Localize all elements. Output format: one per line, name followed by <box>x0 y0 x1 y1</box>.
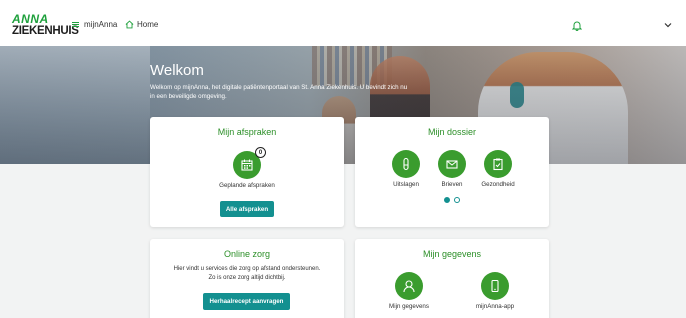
carousel-dot-2[interactable] <box>454 197 460 203</box>
test-tube-icon <box>403 157 409 171</box>
online-zorg-description-line-2: Zo is onze zorg altijd dichtbij. <box>208 275 286 281</box>
card-title: Online zorg <box>223 249 271 259</box>
mijn-gegevens-label: Mijn gegevens <box>389 303 429 310</box>
logo-line-1: ANNA <box>12 12 49 26</box>
uitslagen-button[interactable] <box>392 150 420 178</box>
anna-ziekenhuis-logo[interactable]: ANNA ZIEKENHUIS <box>12 12 79 39</box>
main-menu-button[interactable]: mijnAnna <box>72 20 117 29</box>
mijnanna-app-button[interactable] <box>481 272 509 300</box>
card-mijn-dossier: Mijn dossier Uitslagen Brieven Gezondhei… <box>355 117 549 227</box>
mijnanna-app-label: mijnAnna-app <box>475 303 515 310</box>
envelope-icon <box>446 160 458 169</box>
gezondheid-button[interactable] <box>484 150 512 178</box>
appointments-count-badge: 0 <box>255 147 266 158</box>
alle-afspraken-button[interactable]: Alle afspraken <box>220 201 274 217</box>
page-title: Welkom <box>150 62 204 79</box>
logo-line-2: ZIEKENHUIS <box>12 25 79 37</box>
online-zorg-description-line-1: Hier vindt u services die zorg op afstan… <box>173 266 321 272</box>
card-mijn-gegevens: Mijn gegevens Mijn gegevens mijnAnna-app <box>355 239 549 318</box>
clipboard-icon <box>493 158 503 171</box>
phone-icon <box>491 279 499 293</box>
card-title: Mijn gegevens <box>422 249 482 259</box>
card-title: Mijn dossier <box>427 127 476 137</box>
hamburger-icon <box>72 21 79 28</box>
chevron-down-icon[interactable] <box>664 22 672 28</box>
home-icon <box>125 20 134 29</box>
person-icon <box>403 280 415 293</box>
welcome-text: Welkom op mijnAnna, het digitale patiënt… <box>150 84 408 100</box>
gezondheid-label: Gezondheid <box>481 181 515 188</box>
breadcrumb-home-link[interactable]: Home <box>125 20 158 29</box>
herhaalrecept-aanvragen-button[interactable]: Herhaalrecept aanvragen <box>203 293 290 310</box>
card-online-zorg: Online zorg Hier vindt u services die zo… <box>150 239 344 318</box>
carousel-dot-1[interactable] <box>444 197 450 203</box>
brieven-button[interactable] <box>438 150 466 178</box>
menu-label: mijnAnna <box>84 20 118 29</box>
card-title: Mijn afspraken <box>217 127 277 137</box>
mijn-gegevens-button[interactable] <box>395 272 423 300</box>
geplande-afspraken-label: Geplande afspraken <box>219 182 275 189</box>
card-mijn-afspraken: Mijn afspraken 0 Geplande afspraken Alle… <box>150 117 344 227</box>
home-label: Home <box>137 20 159 29</box>
top-bar: ANNA ZIEKENHUIS mijnAnna Home <box>0 0 686 46</box>
calendar-icon <box>241 159 253 171</box>
bell-icon[interactable] <box>572 20 582 31</box>
